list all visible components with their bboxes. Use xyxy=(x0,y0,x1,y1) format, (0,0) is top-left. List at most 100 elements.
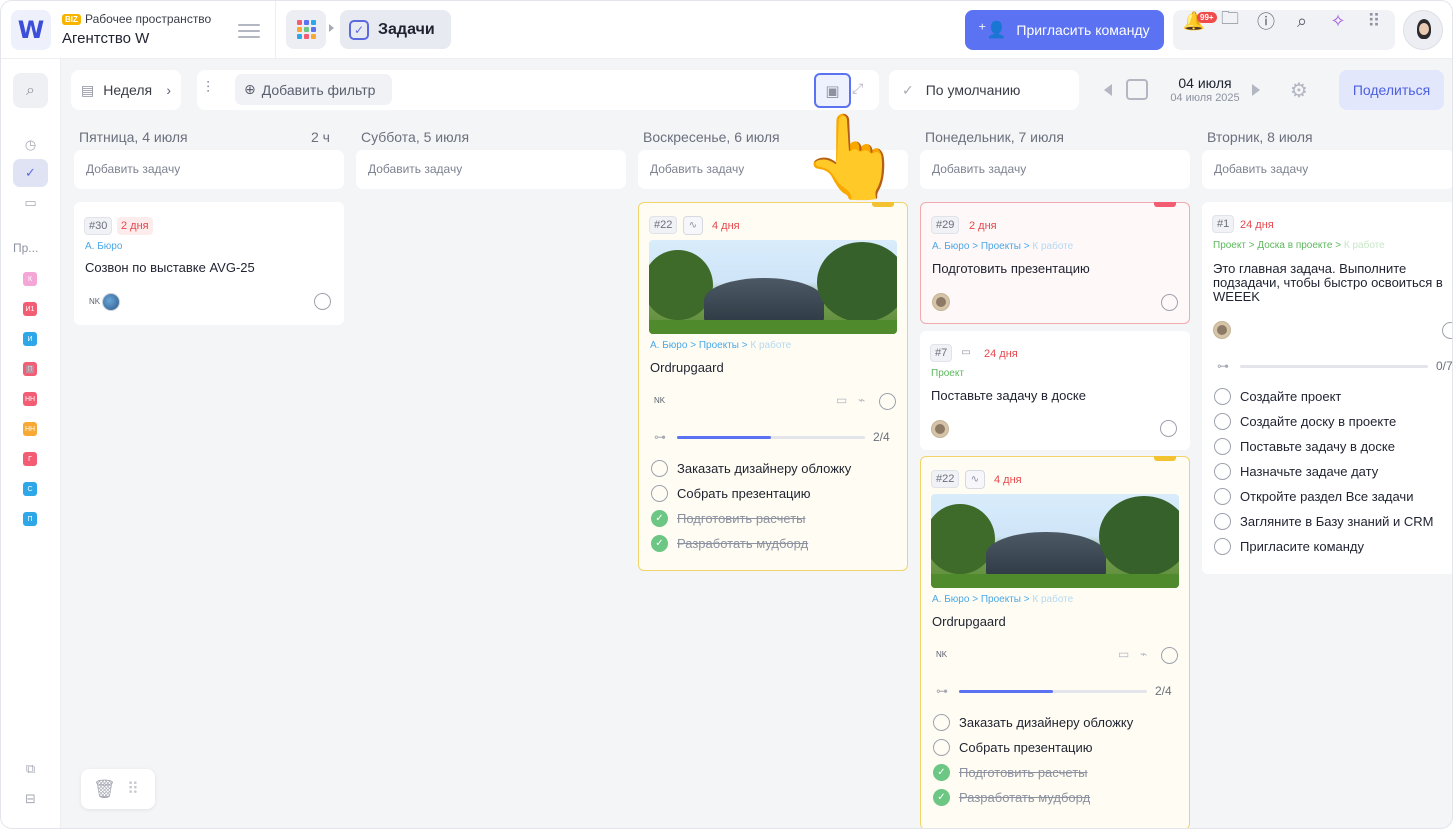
tab-tasks-label: Задачи xyxy=(378,20,435,38)
view-selector[interactable]: ▤ Неделя › xyxy=(71,70,181,110)
assignee-initials: NK xyxy=(936,650,948,659)
help-icon[interactable]: ⓘ xyxy=(1254,9,1278,33)
add-task-fri[interactable]: Добавить задачу xyxy=(74,150,344,189)
task-card-30[interactable]: #30 2 дня А. Бюро Созвон по выставке AVG… xyxy=(74,202,344,325)
user-avatar[interactable] xyxy=(1403,10,1443,50)
ai-sparkle-icon[interactable]: ✧ xyxy=(1326,9,1350,33)
complete-task-checkbox[interactable] xyxy=(1160,420,1177,437)
apps-grid-icon[interactable] xyxy=(286,10,326,49)
sidebar-project-icon[interactable]: И xyxy=(23,332,37,346)
project-image-icon[interactable]: ▦ xyxy=(17,355,43,383)
add-task-tue[interactable]: Добавить задачу xyxy=(1202,150,1452,189)
complete-task-checkbox[interactable] xyxy=(1161,294,1178,311)
assignee-avatar xyxy=(102,293,120,311)
task-card-22[interactable]: #22 ∿ 4 дня А. Бюро > Проекты > К работе… xyxy=(638,202,908,571)
trash-icon[interactable]: 🗑 xyxy=(93,779,116,800)
subtask-checkbox[interactable] xyxy=(1214,388,1231,405)
sidebar-project-icon[interactable]: Г xyxy=(23,452,37,466)
share-button[interactable]: Поделиться xyxy=(1339,70,1444,110)
breadcrumb-part: К работе xyxy=(1032,241,1074,252)
task-breadcrumb: Проект xyxy=(931,368,964,379)
comment-icon: ▭ xyxy=(1118,647,1130,661)
subtask-checkbox[interactable] xyxy=(933,739,950,756)
save-filter-icon[interactable]: ▣ xyxy=(814,73,851,108)
sidebar-project-icon[interactable]: К xyxy=(23,272,37,286)
checkmark-icon: ✓ xyxy=(902,81,914,98)
rail-archive-icon[interactable]: ⧉ xyxy=(13,755,48,783)
rail-tasks-icon[interactable]: ✓ xyxy=(13,159,48,187)
complete-task-checkbox[interactable] xyxy=(1442,322,1452,339)
current-date-full: 04 июля 2025 xyxy=(1170,92,1240,104)
filter-settings-icon[interactable]: ⫶ xyxy=(206,80,210,98)
invite-team-button[interactable]: ⁺👤 Пригласить команду xyxy=(965,10,1164,50)
subtask-checkbox[interactable] xyxy=(1214,438,1231,455)
complete-task-checkbox[interactable] xyxy=(1161,647,1178,664)
sort-selector[interactable]: ✓ По умолчанию xyxy=(889,70,1079,110)
breadcrumb-arrow-icon xyxy=(329,24,334,32)
subtask-checkbox[interactable] xyxy=(1214,513,1231,530)
due-badge: 24 дня xyxy=(984,348,1018,360)
tasks-check-icon: ✓ xyxy=(349,19,369,40)
folder-icon[interactable]: 🗀 xyxy=(1218,8,1242,33)
column-header-tue: Вторник, 8 июля xyxy=(1207,129,1313,145)
add-task-sat[interactable]: Добавить задачу xyxy=(356,150,626,189)
projects-label: Пр... xyxy=(13,241,39,255)
rail-done-icon[interactable]: ◷ xyxy=(13,131,48,159)
sidebar-project-icon[interactable]: С xyxy=(23,482,37,496)
rail-search-icon[interactable]: ⌕ xyxy=(13,73,48,108)
complete-task-checkbox[interactable] xyxy=(879,393,896,410)
subtask-checkbox[interactable] xyxy=(933,714,950,731)
add-task-mon[interactable]: Добавить задачу xyxy=(920,150,1190,189)
menu-toggle-icon[interactable] xyxy=(238,20,260,40)
task-card-7[interactable]: #7 ▭ 24 дня Проект Поставьте задачу в до… xyxy=(920,331,1190,450)
rail-folder-icon[interactable]: ▭ xyxy=(13,189,48,217)
drag-handle-icon[interactable]: ⠿ xyxy=(127,779,139,799)
subtask-checkbox[interactable] xyxy=(1214,463,1231,480)
sidebar-project-icon[interactable]: И1 xyxy=(23,302,37,316)
task-number: #22 xyxy=(649,216,678,234)
breadcrumb-part: Проекты xyxy=(980,241,1021,252)
priority-flag xyxy=(1154,202,1176,207)
subtask-count: 2/4 xyxy=(873,430,890,444)
workspace-name[interactable]: Агентство W xyxy=(62,30,149,47)
calendar-icon[interactable] xyxy=(1126,79,1148,100)
assignee-initials: NK xyxy=(89,297,101,306)
current-date[interactable]: 04 июля xyxy=(1164,75,1246,91)
add-filter-button[interactable]: ⊕ Добавить фильтр xyxy=(235,74,392,105)
sidebar-project-icon[interactable]: П xyxy=(23,512,37,526)
chevron-right-icon: › xyxy=(166,82,171,98)
task-card-1[interactable]: #1 24 дня Проект > Доска в проекте > К р… xyxy=(1202,202,1453,574)
breadcrumb-part: А. Бюро xyxy=(932,594,970,605)
subtask-checkbox[interactable] xyxy=(651,460,668,477)
column-header-mon: Понедельник, 7 июля xyxy=(925,129,1064,145)
more-grid-icon[interactable]: ⠿ xyxy=(1362,9,1386,33)
sort-label: По умолчанию xyxy=(925,82,1021,98)
task-card-22-monday[interactable]: #22 ∿ 4 дня А. Бюро > Проекты > К работе… xyxy=(920,456,1190,828)
subtask-checkbox[interactable] xyxy=(1214,488,1231,505)
next-date-icon[interactable] xyxy=(1252,84,1260,96)
prev-date-icon[interactable] xyxy=(1104,84,1112,96)
subtask-checkbox-done[interactable]: ✓ xyxy=(651,510,668,527)
assignee-avatar xyxy=(1213,321,1231,339)
subtask-checkbox-done[interactable]: ✓ xyxy=(651,535,668,552)
expand-icon[interactable]: ⤢ xyxy=(852,80,863,97)
subtask-checkbox[interactable] xyxy=(1214,538,1231,555)
rail-inbox-icon[interactable]: ⊟ xyxy=(13,785,48,813)
task-title: Ordrupgaard xyxy=(932,614,1006,629)
subtask-title: Откройте раздел Все задачи xyxy=(1240,489,1414,504)
subtask-checkbox[interactable] xyxy=(651,485,668,502)
task-number: #30 xyxy=(84,217,113,235)
subtask-count: 0/7 xyxy=(1436,359,1453,373)
subtask-checkbox-done[interactable]: ✓ xyxy=(933,764,950,781)
subtask-checkbox[interactable] xyxy=(1214,413,1231,430)
sidebar-project-icon[interactable]: НН xyxy=(23,422,37,436)
tab-tasks[interactable]: ✓ Задачи xyxy=(340,10,451,49)
assignee-avatar xyxy=(932,293,950,311)
subtask-checkbox-done[interactable]: ✓ xyxy=(933,789,950,806)
search-icon[interactable]: ⌕ xyxy=(1290,9,1314,33)
task-card-29[interactable]: #29 2 дня А. Бюро > Проекты > К работе П… xyxy=(920,202,1190,324)
complete-task-checkbox[interactable] xyxy=(314,293,331,310)
sidebar-project-icon[interactable]: НН xyxy=(23,392,37,406)
app-logo[interactable]: W xyxy=(11,10,51,50)
settings-gear-icon[interactable]: ⚙ xyxy=(1290,78,1308,103)
